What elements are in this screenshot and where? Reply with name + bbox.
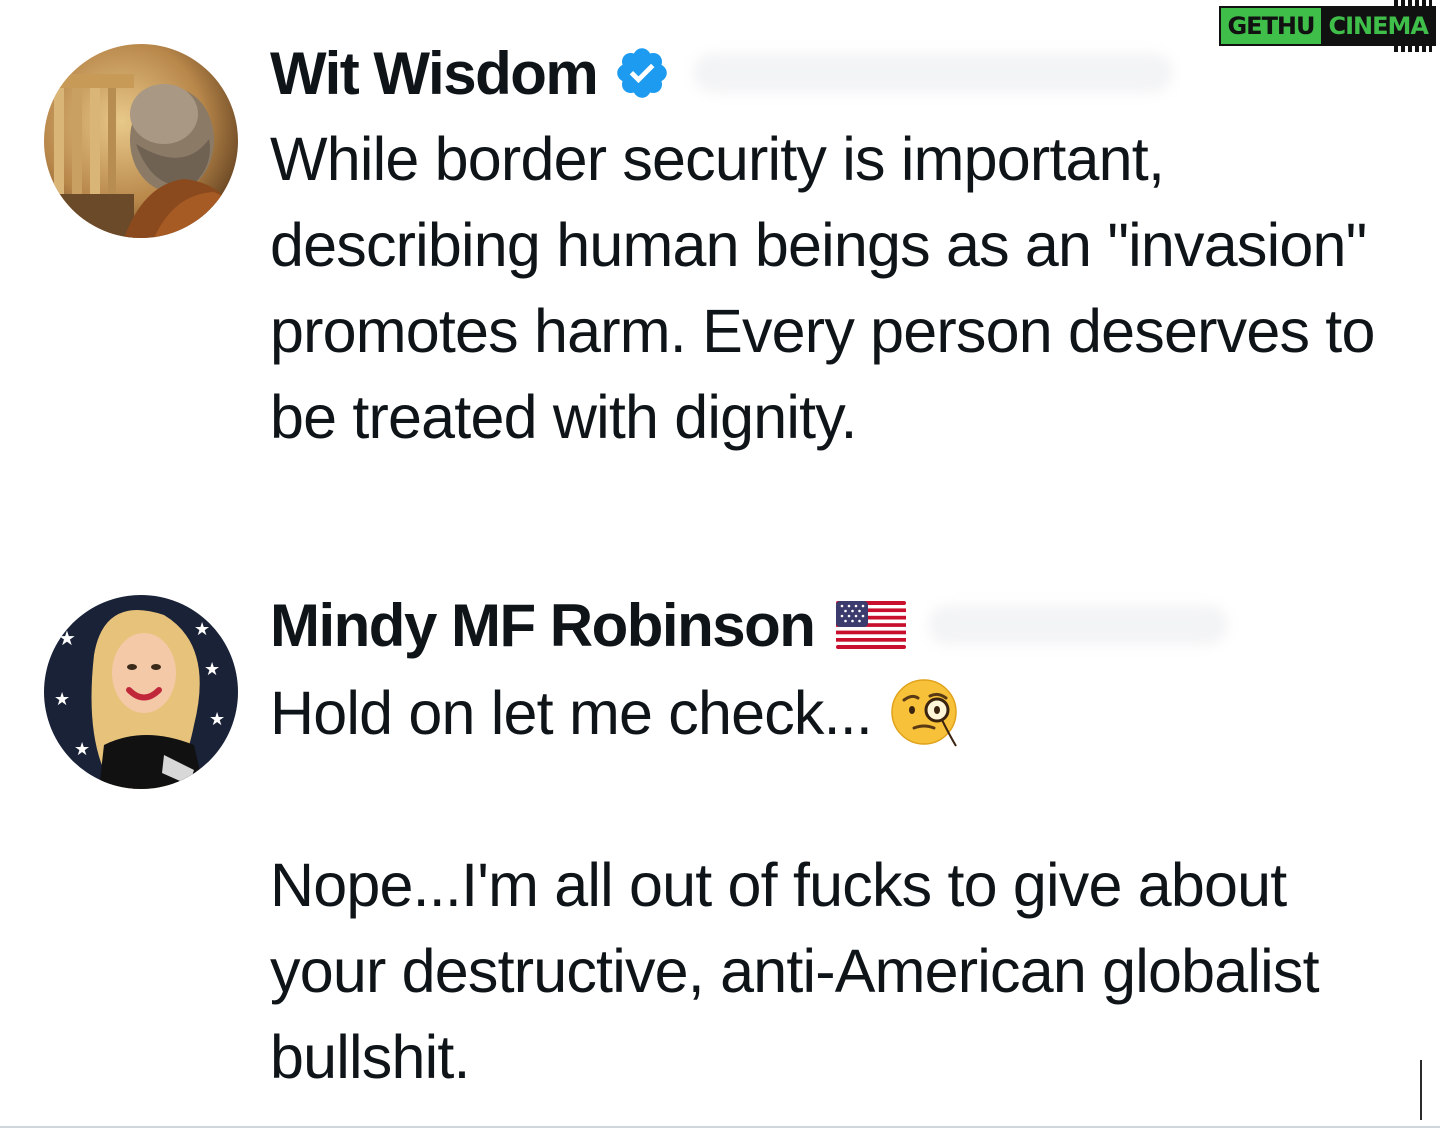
woman-portrait-avatar[interactable]: ★ ★ ★ ★ ★ ★ [44,595,238,789]
verified-badge-icon [617,48,667,98]
divider [1420,1060,1422,1120]
tweet-header: Mindy MF Robinson [270,590,1400,660]
blurred-handle [693,53,1174,93]
woman-portrait-avatar-image: ★ ★ ★ ★ ★ ★ [44,595,238,789]
svg-text:★: ★ [58,626,76,650]
tweet-paragraph-text: Hold on let me check... [270,679,873,747]
tweet-text: Hold on let me check... Nope...I'm all o… [270,670,1400,1100]
face-with-monocle-emoji [891,679,957,747]
author-name[interactable]: Wit Wisdom [270,39,599,108]
tweet-text: While border security is important, desc… [270,116,1400,460]
watermark-right-label: CINEMA [1328,12,1429,40]
tweet-paragraph: While border security is important, desc… [270,125,1375,451]
tweet-paragraph: Nope...I'm all out of fucks to give abou… [270,851,1320,1091]
svg-text:★: ★ [194,619,210,640]
author-name[interactable]: Mindy MF Robinson [270,591,816,660]
svg-text:★: ★ [204,659,220,680]
philosopher-bust-avatar[interactable] [44,44,238,238]
tweet-header: Wit Wisdom [270,38,1400,108]
philosopher-bust-avatar-image [44,44,238,238]
svg-text:★: ★ [54,689,70,710]
svg-text:★: ★ [74,739,90,760]
film-strip-icon [1394,0,1432,6]
tweet-paragraph: Hold on let me check... [270,670,1400,756]
svg-text:★: ★ [209,709,225,730]
divider [0,1126,1440,1128]
us-flag-icon [836,601,907,649]
blurred-handle [928,605,1229,645]
